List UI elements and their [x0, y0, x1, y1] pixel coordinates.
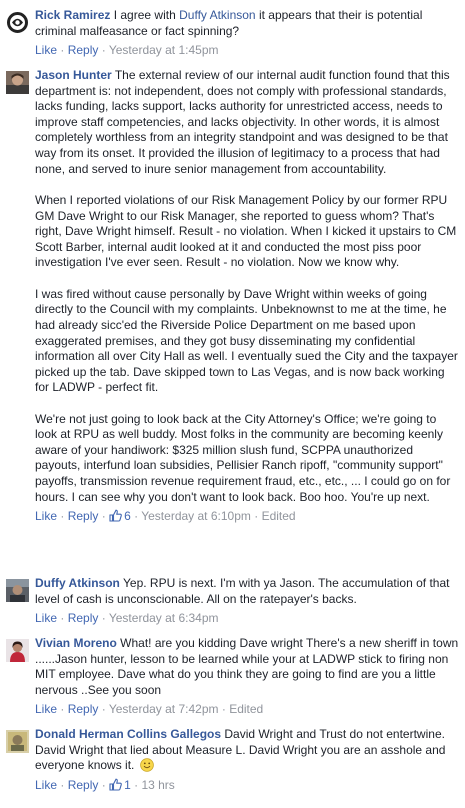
like-count-value: 6: [124, 509, 131, 524]
separator: ·: [101, 611, 106, 626]
comment-actions: Like · Reply · Yesterday at 1:45pm: [35, 42, 459, 58]
comment-author[interactable]: Donald Herman Collins Gallegos: [35, 727, 221, 741]
avatar-icon: [6, 730, 29, 753]
comment-body: Donald Herman Collins Gallegos David Wri…: [35, 727, 459, 774]
separator: ·: [60, 611, 65, 626]
separator: ·: [134, 509, 139, 524]
separator: ·: [101, 777, 106, 792]
separator: ·: [60, 702, 65, 717]
comment-author[interactable]: Rick Ramirez: [35, 8, 110, 22]
like-count[interactable]: 1: [109, 778, 131, 792]
comment-paragraph: We're not just going to look back at the…: [35, 411, 451, 504]
comment-actions: Like · Reply · Yesterday at 7:42pm · Edi…: [35, 701, 459, 717]
reply-button[interactable]: Reply: [68, 611, 99, 625]
smile-emoji-icon: [139, 758, 154, 772]
separator: ·: [60, 43, 65, 58]
like-count[interactable]: 6: [109, 509, 131, 523]
separator: ·: [254, 509, 259, 524]
comment-paragraph: I was fired without cause personally by …: [35, 286, 458, 395]
reply-button[interactable]: Reply: [68, 509, 99, 523]
avatar[interactable]: [6, 730, 29, 753]
mention-link[interactable]: Duffy Atkinson: [179, 8, 256, 22]
comment-donald-gallegos: Donald Herman Collins Gallegos David Wri…: [0, 727, 465, 793]
like-button[interactable]: Like: [35, 778, 57, 792]
thumbs-up-icon: [109, 509, 122, 522]
avatar[interactable]: [6, 639, 29, 662]
timestamp[interactable]: Yesterday at 6:34pm: [109, 611, 219, 625]
like-button[interactable]: Like: [35, 43, 57, 57]
comment-actions: Like · Reply · 1 · 13 hrs: [35, 777, 459, 793]
like-count-value: 1: [124, 777, 131, 792]
timestamp[interactable]: 13 hrs: [141, 778, 174, 792]
avatar[interactable]: [6, 11, 29, 34]
edited-label[interactable]: Edited: [229, 702, 263, 716]
avatar-icon: [6, 71, 29, 94]
thumbs-up-icon: [109, 778, 122, 791]
like-button[interactable]: Like: [35, 509, 57, 523]
separator: ·: [221, 702, 226, 717]
avatar-icon: [6, 639, 29, 662]
comment-text: I agree with: [113, 8, 176, 22]
comment-duffy-atkinson: Duffy Atkinson Yep. RPU is next. I'm wit…: [0, 576, 465, 626]
comment-jason-hunter: Jason Hunter The external review of our …: [0, 68, 465, 524]
comment-author[interactable]: Vivian Moreno: [35, 636, 117, 650]
comment-author[interactable]: Jason Hunter: [35, 68, 112, 82]
comment-paragraph: Jason Hunter The external review of our …: [35, 68, 459, 177]
timestamp[interactable]: Yesterday at 7:42pm: [109, 702, 219, 716]
comment-thread: Rick Ramirez I agree with Duffy Atkinson…: [0, 0, 465, 808]
timestamp[interactable]: Yesterday at 6:10pm: [141, 509, 251, 523]
comment-actions: Like · Reply · Yesterday at 6:34pm: [35, 610, 459, 626]
comment-body: Jason Hunter The external review of our …: [35, 68, 459, 505]
avatar-icon: [6, 579, 29, 602]
comment-author[interactable]: Duffy Atkinson: [35, 576, 120, 590]
comment-body: Duffy Atkinson Yep. RPU is next. I'm wit…: [35, 576, 459, 607]
comment-paragraph: When I reported violations of our Risk M…: [35, 192, 457, 270]
avatar[interactable]: [6, 579, 29, 602]
comment-text: The external review of our internal audi…: [35, 68, 450, 176]
avatar-icon: [6, 11, 29, 34]
comment-rick-ramirez: Rick Ramirez I agree with Duffy Atkinson…: [0, 8, 465, 58]
reply-button[interactable]: Reply: [68, 702, 99, 716]
separator: ·: [60, 777, 65, 792]
separator: ·: [101, 509, 106, 524]
separator: ·: [134, 777, 139, 792]
comment-body: Rick Ramirez I agree with Duffy Atkinson…: [35, 8, 459, 39]
like-button[interactable]: Like: [35, 611, 57, 625]
reply-button[interactable]: Reply: [68, 778, 99, 792]
comment-vivian-moreno: Vivian Moreno What! are you kidding Dave…: [0, 636, 465, 717]
like-button[interactable]: Like: [35, 702, 57, 716]
comment-actions: Like · Reply · 6 · Yesterday at 6:10pm ·…: [35, 508, 459, 524]
separator: ·: [101, 702, 106, 717]
separator: ·: [60, 509, 65, 524]
avatar[interactable]: [6, 71, 29, 94]
reply-button[interactable]: Reply: [68, 43, 99, 57]
timestamp[interactable]: Yesterday at 1:45pm: [109, 43, 219, 57]
comment-body: Vivian Moreno What! are you kidding Dave…: [35, 636, 459, 698]
separator: ·: [101, 43, 106, 58]
edited-label[interactable]: Edited: [262, 509, 296, 523]
